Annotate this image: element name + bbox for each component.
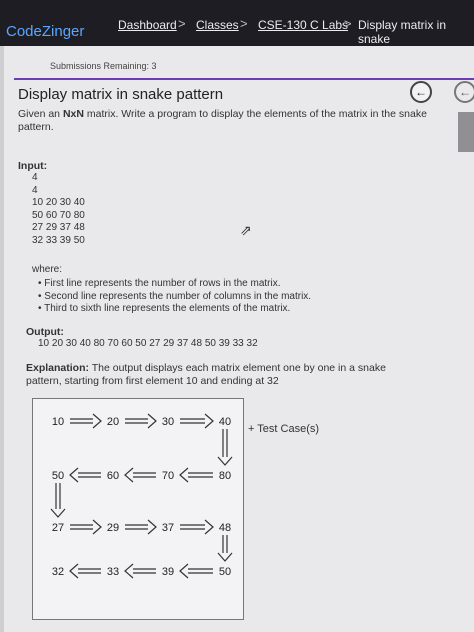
description-text: Given an	[18, 108, 63, 120]
test-cases-link[interactable]: + Test Case(s)	[248, 423, 319, 435]
matrix-cell: 70	[162, 470, 174, 482]
app-logo[interactable]: CodeZinger	[6, 23, 84, 40]
breadcrumb-classes[interactable]: Classes	[196, 18, 239, 32]
snake-diagram-svg: 10 20 30 40 50 60 70 80 27 29 37 48 32 33 39 50	[50, 413, 233, 579]
arrow-right	[70, 519, 102, 535]
page-title: Display matrix in snake pattern	[18, 86, 224, 103]
side-panel-edge	[458, 112, 474, 152]
matrix-cell: 29	[107, 522, 119, 534]
list-item: First line represents the number of rows…	[38, 278, 311, 291]
top-navigation-bar: CodeZinger Dashboard > Classes > CSE-130…	[0, 0, 474, 46]
back-arrow-icon[interactable]: ←	[454, 81, 474, 103]
matrix-cell: 80	[219, 470, 231, 482]
arrow-right	[180, 413, 214, 429]
matrix-cell: 37	[162, 522, 174, 534]
arrow-left	[124, 467, 156, 483]
matrix-cell: 27	[52, 522, 64, 534]
matrix-cell: 40	[219, 416, 231, 428]
mouse-cursor-icon: ⇗	[240, 222, 252, 238]
breadcrumb-dashboard[interactable]: Dashboard	[118, 18, 177, 32]
back-arrow-icon[interactable]: ←	[410, 81, 432, 103]
breadcrumb-separator: >	[240, 16, 248, 31]
breadcrumb-current: Display matrix in snake	[358, 18, 447, 46]
matrix-cell: 48	[219, 522, 231, 534]
where-list: First line represents the number of rows…	[38, 278, 311, 316]
arrow-right	[70, 413, 102, 429]
problem-description: Given an NxN matrix. Write a program to …	[18, 108, 438, 134]
arrow-left	[69, 563, 101, 579]
matrix-cell: 10	[52, 416, 64, 428]
arrow-left	[179, 563, 213, 579]
matrix-cell: 30	[162, 416, 174, 428]
input-line: 10 20 30 40	[32, 197, 85, 208]
arrow-down	[50, 483, 66, 518]
matrix-cell: 32	[52, 566, 64, 578]
explanation-label: Explanation:	[26, 362, 90, 374]
arrow-down	[217, 429, 233, 466]
output-value: 10 20 30 40 80 70 60 50 27 29 37 48 50 3…	[38, 338, 258, 349]
arrow-left	[124, 563, 156, 579]
input-line: 4	[32, 172, 38, 183]
input-line: 4	[32, 184, 38, 196]
arrow-left	[179, 467, 213, 483]
breadcrumb-separator: >	[178, 16, 186, 31]
matrix-cell: 39	[162, 566, 174, 578]
arrow-right	[125, 413, 157, 429]
list-item: Second line represents the number of col…	[38, 291, 311, 304]
problem-page: Submissions Remaining: 3 Display matrix …	[4, 46, 474, 632]
input-line: 32 33 39 50	[32, 234, 85, 246]
submissions-remaining: Submissions Remaining: 3	[50, 61, 157, 71]
arrow-down	[217, 535, 233, 562]
breadcrumb-separator: >	[344, 16, 352, 31]
output-label: Output:	[26, 326, 64, 338]
explanation: Explanation: The output displays each ma…	[26, 362, 406, 388]
input-line: 27 29 37 48	[32, 222, 85, 233]
arrow-right	[125, 519, 157, 535]
arrow-left	[69, 467, 101, 483]
input-label: Input:	[18, 160, 48, 172]
breadcrumb-cse130-labs[interactable]: CSE-130 C Labs	[258, 18, 348, 32]
matrix-cell: 33	[107, 566, 119, 578]
matrix-cell: 60	[107, 470, 119, 482]
arrow-right	[180, 519, 214, 535]
matrix-cell: 50	[219, 566, 231, 578]
matrix-cell: 50	[52, 470, 64, 482]
description-bold: NxN	[62, 108, 84, 120]
list-item: Third to sixth line represents the eleme…	[38, 303, 311, 316]
input-block: 4 4 10 20 30 40 50 60 70 80 27 29 37 48 …	[32, 172, 85, 247]
where-label: where:	[32, 264, 63, 275]
matrix-cell: 20	[107, 416, 119, 428]
snake-pattern-diagram: 10 20 30 40 50 60 70 80 27 29 37 48 32 33 39 50	[32, 398, 244, 620]
input-line: 50 60 70 80	[32, 209, 85, 221]
